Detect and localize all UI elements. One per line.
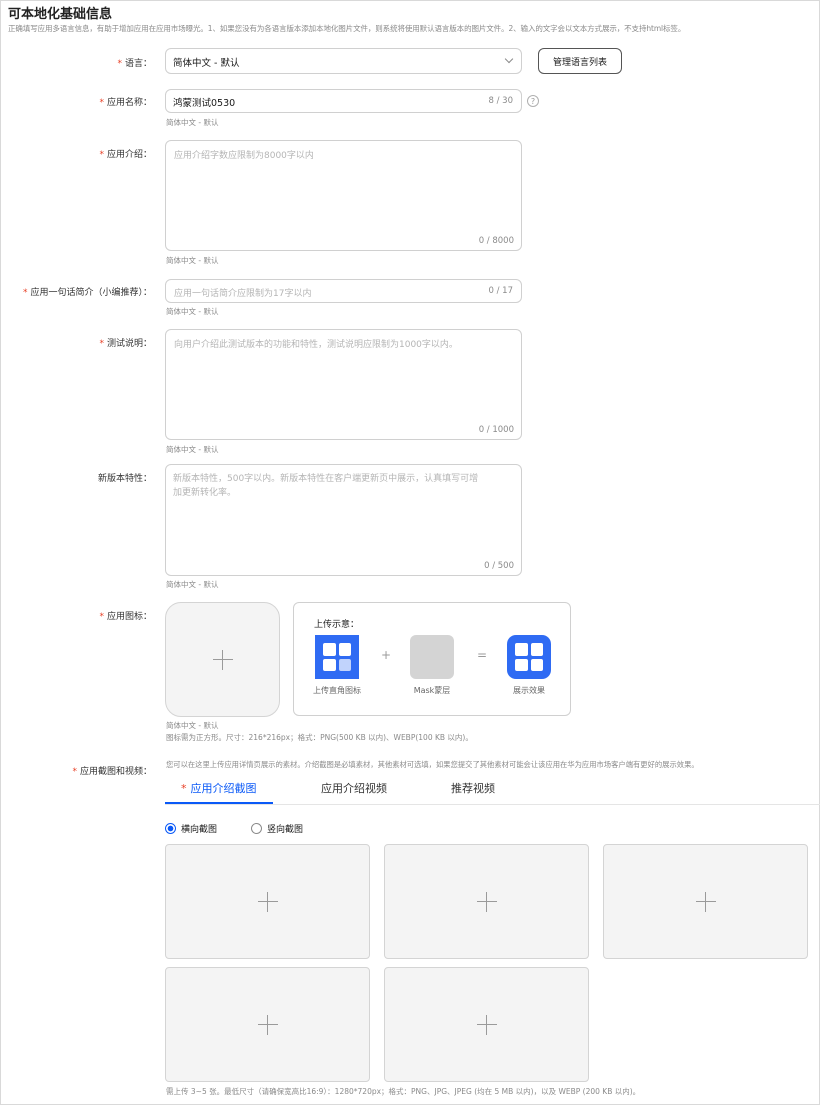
required-mark: * bbox=[99, 612, 104, 622]
required-mark: * bbox=[72, 767, 77, 777]
demo-label-square: 上传直角图标 bbox=[313, 686, 361, 695]
required-mark: * bbox=[99, 98, 104, 108]
mask-sample bbox=[410, 635, 454, 679]
required-mark: * bbox=[117, 59, 122, 69]
app-intro-textarea[interactable]: 应用介绍字数应限制为8000字以内 0 / 8000 bbox=[165, 140, 522, 251]
app-name-label: * 应用名称： bbox=[99, 98, 152, 108]
new-features-label: 新版本特性： bbox=[97, 474, 152, 484]
app-intro-label: * 应用介绍： bbox=[99, 150, 152, 160]
new-features-placeholder-line1: 新版本特性，500字以内。新版本特性在客户端更新页中展示，认真填写可增 bbox=[173, 474, 479, 484]
tile bbox=[530, 643, 543, 656]
plus-icon bbox=[257, 1014, 278, 1035]
app-icon-spec: 图标需为正方形。尺寸：216*216px；格式：PNG(500 KB 以内)、W… bbox=[166, 733, 473, 742]
plus-icon bbox=[257, 891, 278, 912]
test-notes-label: * 测试说明： bbox=[99, 339, 152, 349]
language-select[interactable]: 简体中文 - 默认 bbox=[165, 48, 522, 74]
radio-landscape[interactable]: 横向截图 bbox=[165, 822, 217, 835]
tile bbox=[338, 643, 351, 656]
tabs-divider bbox=[165, 804, 820, 805]
one-line-intro-placeholder: 应用一句话简介应限制为17字以内 bbox=[174, 289, 312, 299]
required-mark: * bbox=[99, 150, 104, 160]
screenshot-upload-slot[interactable] bbox=[384, 844, 589, 959]
tile bbox=[323, 658, 336, 671]
required-mark: * bbox=[99, 339, 104, 349]
one-line-intro-hint: 简体中文 - 默认 bbox=[166, 307, 219, 316]
language-select-value: 简体中文 - 默认 bbox=[173, 58, 240, 69]
language-label: * 语言： bbox=[117, 59, 152, 69]
app-icon-label: * 应用图标： bbox=[99, 612, 152, 622]
app-intro-counter: 0 / 8000 bbox=[478, 236, 514, 246]
chevron-down-icon bbox=[504, 54, 514, 64]
tile bbox=[515, 658, 528, 671]
page-title: 可本地化基础信息 bbox=[8, 7, 113, 22]
active-tab-indicator bbox=[165, 802, 273, 804]
app-name-counter: 8 / 30 bbox=[488, 96, 514, 106]
plus-icon bbox=[212, 649, 233, 670]
app-name-hint: 简体中文 - 默认 bbox=[166, 118, 219, 127]
tile bbox=[515, 643, 528, 656]
radio-portrait[interactable]: 竖向截图 bbox=[251, 822, 303, 835]
test-notes-placeholder: 向用户介绍此测试版本的功能和特性，测试说明应限制为1000字以内。 bbox=[174, 340, 458, 350]
app-name-input[interactable]: 鸿蒙测试0530 8 / 30 bbox=[165, 89, 522, 113]
equals-sign: = bbox=[477, 648, 488, 662]
app-intro-hint: 简体中文 - 默认 bbox=[166, 256, 219, 265]
one-line-intro-label: * 应用一句话简介（小编推荐）： bbox=[22, 288, 152, 298]
one-line-intro-input[interactable]: 应用一句话简介应限制为17字以内 0 / 17 bbox=[165, 279, 522, 303]
test-notes-hint: 简体中文 - 默认 bbox=[166, 445, 219, 454]
screenshots-requirements: 需上传 3~5 张。最低尺寸（请确保宽高比16:9）：1280*720px；格式… bbox=[166, 1087, 641, 1096]
radio-unchecked-icon bbox=[251, 823, 262, 834]
screenshots-description: 您可以在这里上传应用详情页展示的素材。介绍截图是必填素材，其他素材可选填，如果您… bbox=[166, 760, 699, 769]
test-notes-counter: 0 / 1000 bbox=[478, 425, 514, 435]
tile bbox=[530, 658, 543, 671]
plus-sign: + bbox=[381, 648, 392, 662]
app-intro-placeholder: 应用介绍字数应限制为8000字以内 bbox=[174, 151, 314, 161]
new-features-hint: 简体中文 - 默认 bbox=[166, 580, 219, 589]
app-name-value: 鸿蒙测试0530 bbox=[173, 98, 236, 109]
app-icon-upload[interactable] bbox=[165, 602, 280, 717]
upload-demo-panel: 上传示意： 上传直角图标 + Mask蒙层 = 展示效果 bbox=[293, 602, 571, 716]
tab-recommend-video[interactable]: 推荐视频 bbox=[451, 780, 495, 796]
manage-language-list-button[interactable]: 管理语言列表 bbox=[538, 48, 622, 74]
screenshot-upload-slot[interactable] bbox=[603, 844, 808, 959]
help-icon[interactable]: ? bbox=[527, 95, 539, 107]
demo-label-mask: Mask蒙层 bbox=[413, 686, 451, 695]
page-notice: 正确填写应用多语言信息，有助于增加应用在应用市场曝光。1、如果您没有为各语言版本… bbox=[8, 24, 686, 33]
radio-checked-icon bbox=[165, 823, 176, 834]
tab-screenshots[interactable]: * 应用介绍截图 bbox=[181, 780, 257, 796]
tab-intro-video[interactable]: 应用介绍视频 bbox=[321, 780, 387, 796]
screenshot-upload-slot[interactable] bbox=[384, 967, 589, 1082]
test-notes-textarea[interactable]: 向用户介绍此测试版本的功能和特性，测试说明应限制为1000字以内。 0 / 10… bbox=[165, 329, 522, 440]
new-features-textarea[interactable]: 新版本特性，500字以内。新版本特性在客户端更新页中展示，认真填写可增 加更新转… bbox=[165, 464, 522, 576]
tile bbox=[338, 658, 351, 671]
tile bbox=[323, 643, 336, 656]
square-icon-sample bbox=[315, 635, 359, 679]
screenshot-upload-slot[interactable] bbox=[165, 967, 370, 1082]
plus-icon bbox=[476, 1014, 497, 1035]
screenshot-upload-slot[interactable] bbox=[165, 844, 370, 959]
new-features-counter: 0 / 500 bbox=[484, 561, 514, 571]
demo-label-result: 展示效果 bbox=[513, 686, 545, 695]
result-icon-sample bbox=[507, 635, 551, 679]
required-mark: * bbox=[22, 288, 28, 298]
one-line-intro-counter: 0 / 17 bbox=[488, 286, 514, 296]
new-features-placeholder-line2: 加更新转化率。 bbox=[173, 488, 237, 498]
upload-demo-title: 上传示意： bbox=[314, 620, 360, 630]
screenshots-label: * 应用截图和视频： bbox=[72, 767, 152, 777]
plus-icon bbox=[695, 891, 716, 912]
plus-icon bbox=[476, 891, 497, 912]
app-icon-hint: 简体中文 - 默认 bbox=[166, 721, 219, 730]
